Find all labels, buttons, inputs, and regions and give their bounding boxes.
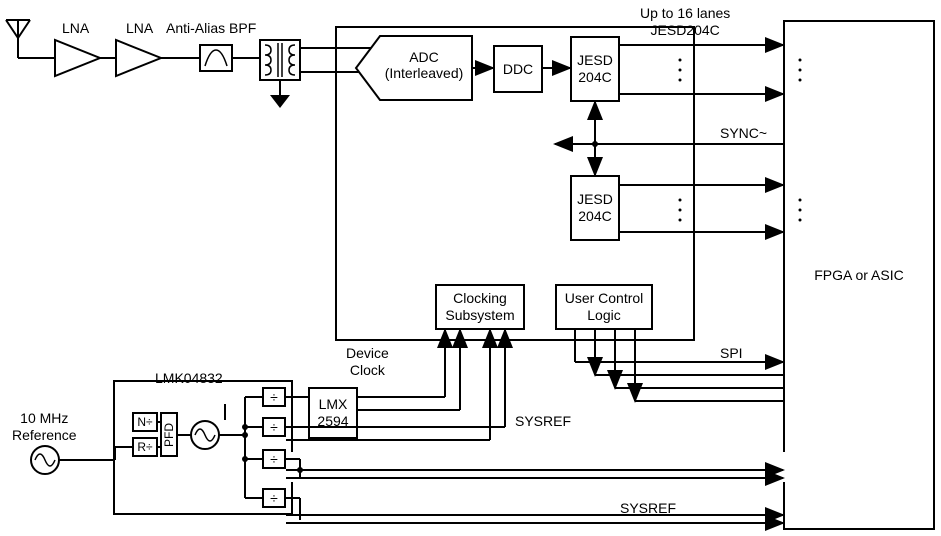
bpf-icon — [200, 45, 232, 71]
jesd-a-label: JESD 204C — [577, 52, 613, 86]
devclk-to-fpga — [286, 453, 783, 470]
lna1-label: LNA — [62, 20, 89, 37]
clk-sub-label: Clocking Subsystem — [445, 290, 514, 324]
ndiv-label: N÷ — [137, 415, 152, 429]
sysref-label: SYSREF — [515, 413, 571, 430]
div3-label: ÷ — [270, 451, 278, 468]
sysref2-label: SYSREF — [620, 500, 676, 517]
ref-label: 10 MHz Reference — [12, 410, 77, 444]
balun-icon — [260, 40, 300, 80]
jesd204c-bottom-block: JESD 204C — [570, 175, 620, 241]
ddc-label: DDC — [503, 61, 533, 78]
lmx2594-block: LMX 2594 — [308, 387, 358, 439]
lna1-icon — [55, 40, 100, 76]
lna2-icon — [116, 40, 161, 76]
ground-icon — [270, 95, 290, 108]
fpga-clock-arrows — [286, 459, 783, 472]
lmk04832-label: LMK04832 — [155, 370, 223, 387]
div4-block: ÷ — [262, 488, 286, 508]
div2-block: ÷ — [262, 417, 286, 437]
div4-label: ÷ — [270, 490, 278, 507]
clocking-subsystem-block: Clocking Subsystem — [435, 284, 525, 330]
ucl-label: User Control Logic — [565, 290, 644, 324]
lanes-label: Up to 16 lanes JESD204C — [640, 5, 730, 39]
fpga-asic-block: FPGA or ASIC — [783, 20, 935, 530]
pfd-block: PFD — [160, 412, 178, 457]
lna2-label: LNA — [126, 20, 153, 37]
div1-block: ÷ — [262, 387, 286, 407]
user-control-logic-block: User Control Logic — [555, 284, 653, 330]
rdiv-label: R÷ — [137, 440, 152, 454]
lmx-label: LMX 2594 — [317, 396, 348, 430]
antenna-icon — [6, 20, 30, 58]
bpf-label: Anti-Alias BPF — [166, 20, 256, 37]
spi-label: SPI — [720, 345, 743, 362]
sync-label: SYNC~ — [720, 125, 767, 142]
div2-label: ÷ — [270, 419, 278, 436]
final-fpga-clocks — [286, 455, 783, 478]
ddc-block: DDC — [493, 45, 543, 93]
jesd204c-top-block: JESD 204C — [570, 36, 620, 102]
clock-routing — [286, 397, 783, 472]
jesd-b-label: JESD 204C — [577, 191, 613, 225]
div3-block: ÷ — [262, 449, 286, 469]
devclk-label: Device Clock — [346, 345, 389, 379]
fpga-label: FPGA or ASIC — [814, 267, 903, 284]
div1-label: ÷ — [270, 389, 278, 406]
pfd-label: PFD — [162, 423, 176, 447]
devclk2-label: Device Clock — [620, 449, 702, 466]
rdiv-block: R÷ — [132, 437, 158, 457]
ndiv-block: N÷ — [132, 412, 158, 432]
ref-osc-icon — [31, 446, 59, 474]
